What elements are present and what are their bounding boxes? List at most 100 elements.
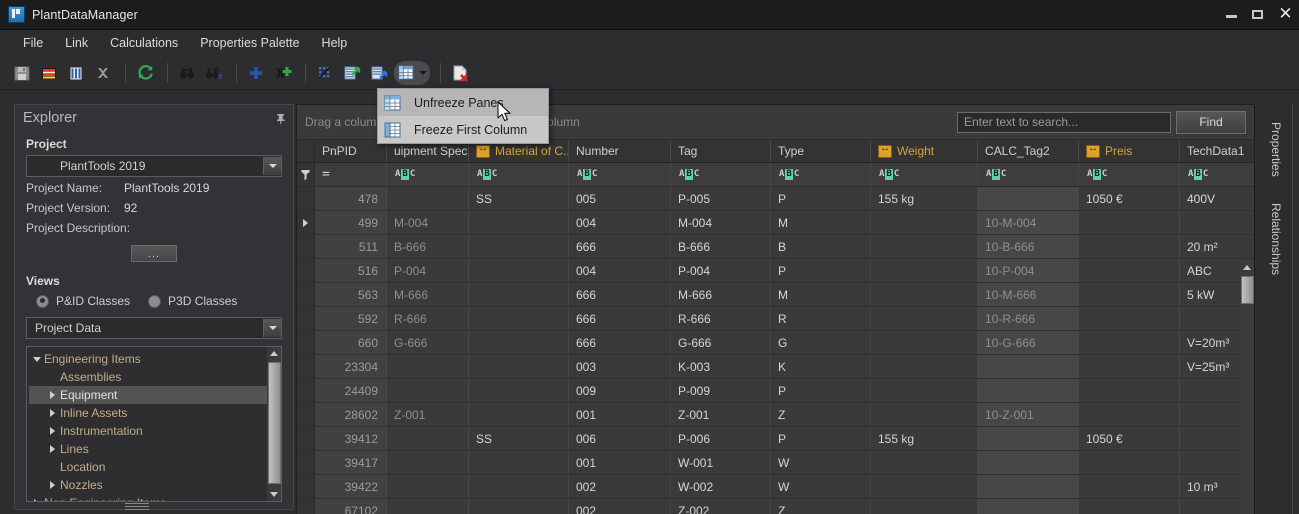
table-cell[interactable]: W-001: [671, 451, 771, 474]
table-cell[interactable]: 001: [569, 451, 671, 474]
column-header-tag[interactable]: Tag: [671, 140, 771, 162]
row-indicator[interactable]: [297, 211, 315, 234]
add-icon[interactable]: [244, 61, 268, 85]
table-cell[interactable]: 004: [569, 259, 671, 282]
filter-cell-calc-tag2[interactable]: ABC: [978, 163, 1079, 186]
row-indicator[interactable]: [297, 427, 315, 450]
table-cell[interactable]: [1079, 355, 1180, 378]
table-cell[interactable]: [469, 451, 569, 474]
table-cell[interactable]: [871, 331, 978, 354]
column-header-weight[interactable]: Weight: [871, 140, 978, 162]
scroll-thumb[interactable]: [1240, 276, 1254, 304]
add-item-icon[interactable]: [271, 61, 295, 85]
table-cell[interactable]: Z: [771, 499, 871, 514]
table-cell[interactable]: [469, 307, 569, 330]
filter-text-icon[interactable]: ABC: [1086, 169, 1108, 180]
filter-text-icon[interactable]: ABC: [1187, 169, 1209, 180]
table-cell[interactable]: [871, 259, 978, 282]
find-replace-icon[interactable]: AB: [202, 61, 226, 85]
filter-cell-number[interactable]: ABC: [569, 163, 671, 186]
filter-text-icon[interactable]: ABC: [985, 169, 1007, 180]
table-row[interactable]: 499 M-004 004 M-004 M 10-M-004: [297, 211, 1270, 235]
table-cell[interactable]: [469, 283, 569, 306]
table-cell[interactable]: P-005: [671, 187, 771, 210]
twisty-collapsed-icon[interactable]: [45, 481, 60, 489]
row-indicator[interactable]: [297, 235, 315, 258]
twisty-collapsed-icon[interactable]: [45, 391, 60, 399]
table-cell[interactable]: [871, 235, 978, 258]
table-row[interactable]: 24409 009 P-009 P: [297, 379, 1270, 403]
filter-cell-type[interactable]: ABC: [771, 163, 871, 186]
table-cell[interactable]: [1079, 451, 1180, 474]
table-cell[interactable]: M-666: [671, 283, 771, 306]
tree-item-location[interactable]: Location: [29, 458, 269, 476]
tree-item-instrumentation[interactable]: Instrumentation: [29, 422, 269, 440]
table-cell[interactable]: R: [771, 307, 871, 330]
table-cell[interactable]: 005: [569, 187, 671, 210]
table-cell[interactable]: [387, 427, 469, 450]
radio-pid-classes[interactable]: P&ID Classes: [36, 294, 130, 308]
table-cell[interactable]: 004: [569, 211, 671, 234]
table-cell[interactable]: 10-B-666: [978, 235, 1079, 258]
tab-relationships[interactable]: Relationships: [1269, 195, 1283, 283]
table-row[interactable]: 39422 002 W-002 W 10 m³: [297, 475, 1270, 499]
panel-splitter-handle[interactable]: [125, 503, 149, 510]
tree-item-nozzles[interactable]: Nozzles: [29, 476, 269, 494]
table-cell[interactable]: 002: [569, 499, 671, 514]
filter-text-icon[interactable]: ABC: [778, 169, 800, 180]
table-cell[interactable]: [1079, 259, 1180, 282]
tree-item-inline-assets[interactable]: Inline Assets: [29, 404, 269, 422]
table-cell[interactable]: [469, 475, 569, 498]
menu-properties-palette[interactable]: Properties Palette: [189, 33, 310, 53]
table-cell[interactable]: [1079, 331, 1180, 354]
row-indicator[interactable]: [297, 355, 315, 378]
table-cell[interactable]: M: [771, 283, 871, 306]
table-cell[interactable]: 10-P-004: [978, 259, 1079, 282]
filter-cell-pnpid[interactable]: =: [315, 163, 387, 186]
scroll-down-button[interactable]: [267, 488, 281, 501]
scroll-up-button[interactable]: [1240, 261, 1254, 274]
table-row[interactable]: 39417 001 W-001 W: [297, 451, 1270, 475]
table-cell[interactable]: M: [771, 211, 871, 234]
export-icon[interactable]: [340, 61, 364, 85]
find-button[interactable]: Find: [1176, 110, 1246, 134]
pin-icon[interactable]: [274, 112, 287, 125]
table-row[interactable]: 23304 003 K-003 K V=25m³: [297, 355, 1270, 379]
table-cell[interactable]: [978, 475, 1079, 498]
filter-equals-icon[interactable]: =: [322, 167, 330, 182]
scroll-thumb[interactable]: [267, 362, 281, 484]
column-header-preis[interactable]: Preis: [1079, 140, 1180, 162]
table-cell[interactable]: P: [771, 427, 871, 450]
row-indicator[interactable]: [297, 307, 315, 330]
row-indicator[interactable]: [297, 451, 315, 474]
table-row[interactable]: 67102 002 Z-002 Z: [297, 499, 1270, 514]
table-row[interactable]: 563 M-666 666 M-666 M 10-M-666 5 kW: [297, 283, 1270, 307]
table-cell[interactable]: P: [771, 187, 871, 210]
table-cell[interactable]: [871, 307, 978, 330]
table-cell[interactable]: M-004: [671, 211, 771, 234]
table-cell[interactable]: 10-R-666: [978, 307, 1079, 330]
table-cell[interactable]: G: [771, 331, 871, 354]
find-icon[interactable]: [175, 61, 199, 85]
table-cell[interactable]: P: [771, 259, 871, 282]
table-cell[interactable]: M-666: [387, 283, 469, 306]
table-row[interactable]: 28602 Z-001 001 Z-001 Z 10-Z-001: [297, 403, 1270, 427]
table-cell[interactable]: [387, 451, 469, 474]
table-cell[interactable]: P-004: [671, 259, 771, 282]
table-cell[interactable]: 155 kg: [871, 187, 978, 210]
filter-row-indicator[interactable]: [297, 163, 315, 186]
table-cell[interactable]: 39417: [315, 451, 387, 474]
tree-item-lines[interactable]: Lines: [29, 440, 269, 458]
table-cell[interactable]: SS: [469, 187, 569, 210]
tree-item-engineering-items[interactable]: Engineering Items: [29, 350, 269, 368]
table-cell[interactable]: 1050 €: [1079, 187, 1180, 210]
table-cell[interactable]: 666: [569, 283, 671, 306]
table-cell[interactable]: R-666: [671, 307, 771, 330]
table-cell[interactable]: Z-001: [387, 403, 469, 426]
project-combo[interactable]: PlantTools 2019: [26, 155, 282, 177]
table-cell[interactable]: [871, 451, 978, 474]
tree-item-assemblies[interactable]: Assemblies: [29, 368, 269, 386]
filter-cell-tag[interactable]: ABC: [671, 163, 771, 186]
table-cell[interactable]: W: [771, 451, 871, 474]
column-header-number[interactable]: Number: [569, 140, 671, 162]
